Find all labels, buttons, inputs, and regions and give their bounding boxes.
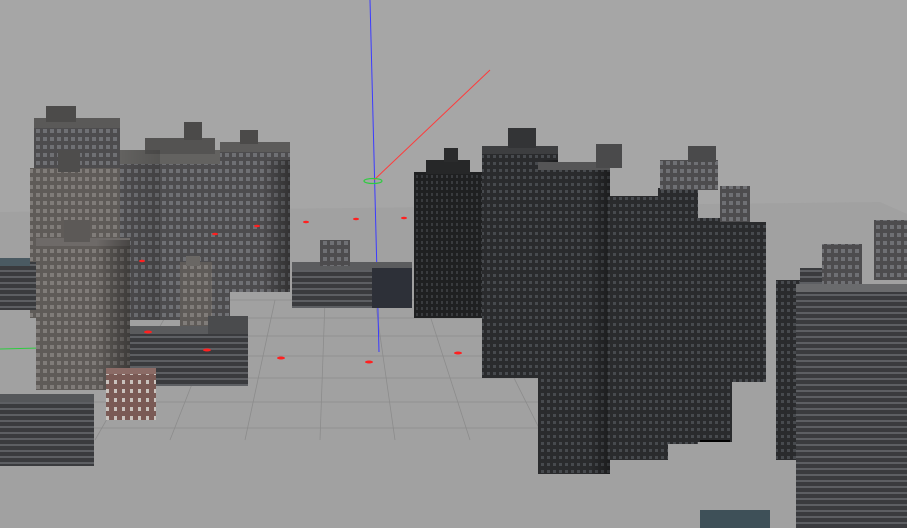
waypoint-marker[interactable] bbox=[254, 224, 260, 228]
3d-viewport[interactable] bbox=[0, 0, 907, 528]
waypoint-marker[interactable] bbox=[454, 351, 462, 355]
waypoint-marker[interactable] bbox=[203, 348, 211, 352]
waypoint-marker[interactable] bbox=[212, 232, 218, 236]
waypoint-marker[interactable] bbox=[277, 356, 285, 360]
waypoint-marker[interactable] bbox=[144, 330, 152, 334]
waypoint-marker[interactable] bbox=[139, 259, 145, 263]
waypoint-marker[interactable] bbox=[353, 217, 359, 221]
waypoint-marker[interactable] bbox=[401, 216, 407, 220]
waypoint-marker[interactable] bbox=[303, 220, 309, 224]
scene-canvas[interactable] bbox=[0, 0, 907, 528]
waypoint-marker[interactable] bbox=[365, 360, 373, 364]
